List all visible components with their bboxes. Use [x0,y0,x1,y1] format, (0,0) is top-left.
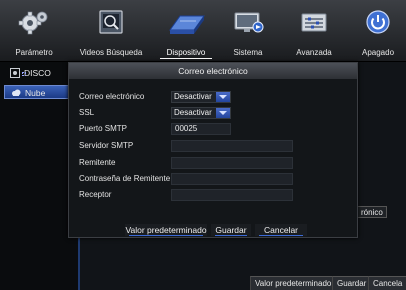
ssl-select[interactable]: Desactivar [171,107,231,119]
background-default-button[interactable]: Valor predeterminado [250,276,336,290]
cloud-icon [11,88,21,98]
advanced-panel-icon [294,8,334,38]
email-settings-dialog: Correo electrónico Correo electrónico De… [68,62,358,238]
top-toolbar: Parámetro Videos Búsqueda Dispositivo Si… [0,0,406,62]
email-enable-select[interactable]: Desactivar [171,91,231,103]
hard-drive-icon [166,8,206,38]
power-icon [358,8,398,38]
smtp-server-label: Servidor SMTP [79,141,134,150]
sidebar-item-nube[interactable]: Nube [4,85,76,99]
chevron-down-icon[interactable] [216,92,230,102]
receiver-label: Receptor [79,190,112,199]
receiver-input[interactable] [171,189,293,201]
gear-icon [14,8,54,38]
video-search-icon [91,8,131,38]
sender-password-input[interactable] [171,173,293,185]
sidebar-item-disco-label: DISCO [24,68,51,78]
save-button[interactable]: Guardar [211,224,251,236]
menu-dispositivo[interactable]: Dispositivo [154,0,218,62]
default-button[interactable]: Valor predeterminado [125,224,207,236]
sender-password-label: Contraseña de Remitente [79,174,171,183]
menu-apagado[interactable]: Apagado [350,0,406,62]
smtp-server-input[interactable] [171,140,293,152]
ssl-label: SSL [79,108,95,117]
chevron-down-icon[interactable] [216,108,230,118]
email-enable-value: Desactivar [174,92,212,101]
ssl-value: Desactivar [174,108,212,117]
menu-videos-busqueda[interactable]: Videos Búsqueda [68,0,154,62]
system-monitor-icon [228,8,268,38]
active-underline [160,58,212,59]
menu-videos-busqueda-label: Videos Búsqueda [79,48,143,57]
menu-apagado-label: Apagado [361,48,395,57]
sender-label: Remitente [79,158,116,167]
background-email-button[interactable]: rónico [357,206,387,218]
menu-avanzada-label: Avanzada [296,48,332,57]
menu-dispositivo-label: Dispositivo [166,48,206,57]
dialog-title: Correo electrónico [69,63,357,79]
email-label: Correo electrónico [79,92,145,101]
menu-parametro[interactable]: Parámetro [0,0,68,62]
menu-avanzada[interactable]: Avanzada [278,0,350,62]
smtp-port-label: Puerto SMTP [79,124,128,133]
disk-icon [10,68,20,78]
cancel-button[interactable]: Cancelar [255,224,307,236]
focus-marker [22,72,26,76]
smtp-port-input[interactable]: 00025 [171,123,231,135]
background-save-button[interactable]: Guardar [332,276,371,290]
menu-parametro-label: Parámetro [15,48,53,57]
menu-sistema-label: Sistema [233,48,263,57]
menu-sistema[interactable]: Sistema [218,0,278,62]
sidebar-item-nube-label: Nube [25,88,46,98]
background-cancel-button[interactable]: Cancela [368,276,406,290]
sidebar-item-disco[interactable]: DISCO [4,66,76,80]
sender-input[interactable] [171,157,293,169]
app-window: Parámetro Videos Búsqueda Dispositivo Si… [0,0,406,290]
